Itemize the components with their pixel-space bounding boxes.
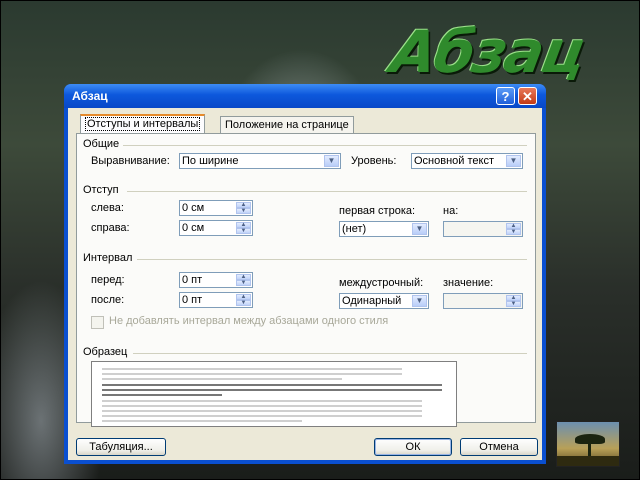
line-spacing-select[interactable]: Одинарный ▼ [339, 293, 429, 309]
paragraph-dialog: Абзац ? ✕ Отступы и интервалы Положение … [64, 84, 546, 464]
dialog-client-area: Отступы и интервалы Положение на страниц… [68, 108, 542, 460]
preview-line [102, 394, 222, 396]
preview-line [102, 384, 442, 386]
preview-line [102, 415, 422, 417]
chevron-down-icon[interactable]: ▼ [506, 155, 521, 167]
chevron-down-icon[interactable]: ▼ [412, 295, 427, 307]
paragraph-preview [91, 361, 457, 427]
level-label: Уровень: [351, 155, 397, 167]
spacing-after-value: 0 пт [182, 294, 203, 306]
spacing-after-spinner[interactable]: 0 пт ▲ ▼ [179, 292, 253, 308]
alignment-select[interactable]: По ширине ▼ [179, 153, 341, 169]
tree-trunk [588, 442, 591, 456]
preview-line [102, 420, 302, 422]
spin-down-icon[interactable]: ▼ [236, 280, 251, 286]
first-line-value: (нет) [342, 223, 367, 235]
spacing-after-label: после: [91, 294, 125, 306]
slide-title: Абзац [386, 18, 590, 86]
indent-left-label: слева: [91, 202, 124, 214]
first-line-label: первая строка: [339, 205, 416, 217]
ground [557, 456, 619, 466]
tab-panel: Общие Выравнивание: По ширине ▼ Уровень:… [76, 133, 536, 427]
indent-right-label: справа: [91, 222, 130, 234]
preview-line [102, 373, 402, 375]
help-button[interactable]: ? [496, 87, 515, 105]
indent-right-spinner[interactable]: 0 см ▲ ▼ [179, 220, 253, 236]
general-group-label: Общие [83, 138, 120, 150]
no-space-checkbox[interactable] [91, 316, 104, 329]
spacing-before-spinner[interactable]: 0 пт ▲ ▼ [179, 272, 253, 288]
chevron-down-icon[interactable]: ▼ [412, 223, 427, 235]
first-line-select[interactable]: (нет) ▼ [339, 221, 429, 237]
landscape-thumbnail [556, 421, 620, 467]
close-button[interactable]: ✕ [518, 87, 537, 105]
group-divider [123, 145, 527, 146]
line-spacing-value: Одинарный [342, 295, 402, 307]
close-icon: ✕ [522, 89, 533, 104]
chevron-down-icon[interactable]: ▼ [324, 155, 339, 167]
spin-down-icon[interactable]: ▼ [236, 208, 251, 214]
preview-line [102, 410, 422, 412]
spin-down-icon[interactable]: ▼ [506, 301, 521, 307]
tabs-button[interactable]: Табуляция... [76, 438, 166, 456]
cancel-button[interactable]: Отмена [460, 438, 538, 456]
group-divider [137, 259, 527, 260]
line-spacing-label: междустрочный: [339, 277, 424, 289]
indent-left-spinner[interactable]: 0 см ▲ ▼ [179, 200, 253, 216]
alignment-label: Выравнивание: [91, 155, 170, 167]
spin-down-icon[interactable]: ▼ [236, 228, 251, 234]
tab-label: Отступы и интервалы [85, 117, 201, 131]
indent-by-spinner[interactable]: ▲ ▼ [443, 221, 523, 237]
preview-line [102, 400, 422, 402]
dialog-titlebar[interactable]: Абзац ? ✕ [64, 84, 546, 108]
cancel-button-label: Отмена [479, 441, 519, 453]
ok-button-label: ОК [405, 441, 421, 453]
alignment-value: По ширине [182, 155, 239, 167]
tab-indents-spacing[interactable]: Отступы и интервалы [80, 114, 206, 134]
tabs-button-label: Табуляция... [89, 441, 153, 453]
preview-line [102, 368, 402, 370]
spin-down-icon[interactable]: ▼ [506, 229, 521, 235]
preview-line [102, 389, 442, 391]
ok-button[interactable]: ОК [374, 438, 452, 456]
preview-line [102, 378, 342, 380]
no-space-checkbox-label: Не добавлять интервал между абзацами одн… [109, 315, 389, 327]
indent-left-value: 0 см [182, 202, 205, 214]
preview-line [102, 405, 422, 407]
level-value: Основной текст [414, 155, 494, 167]
group-divider [127, 191, 527, 192]
dialog-title: Абзац [72, 89, 108, 103]
spacing-before-label: перед: [91, 274, 125, 286]
spacing-at-label: значение: [443, 277, 494, 289]
tab-line-page-breaks[interactable]: Положение на странице [220, 116, 354, 133]
spacing-before-value: 0 пт [182, 274, 203, 286]
spacing-group-label: Интервал [83, 252, 133, 264]
level-select[interactable]: Основной текст ▼ [411, 153, 523, 169]
indent-right-value: 0 см [182, 222, 205, 234]
tab-label: Положение на странице [225, 119, 349, 131]
help-icon: ? [501, 89, 510, 104]
indent-by-label: на: [443, 205, 459, 217]
indent-group-label: Отступ [83, 184, 119, 196]
spin-down-icon[interactable]: ▼ [236, 300, 251, 306]
group-divider [133, 353, 527, 354]
spacing-at-spinner[interactable]: ▲ ▼ [443, 293, 523, 309]
preview-group-label: Образец [83, 346, 128, 358]
